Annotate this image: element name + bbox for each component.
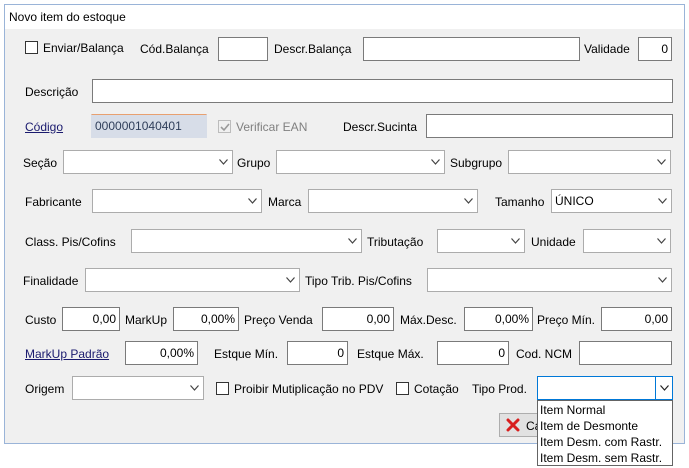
chevron-down-icon[interactable] bbox=[653, 151, 670, 173]
finalidade-label: Finalidade bbox=[23, 274, 79, 288]
unidade-label: Unidade bbox=[531, 235, 576, 249]
grupo-label: Grupo bbox=[237, 156, 271, 170]
subgrupo-label: Subgrupo bbox=[450, 156, 503, 170]
tipo-trib-pis-cofins-select[interactable] bbox=[427, 268, 672, 292]
tipo-prod-label: Tipo Prod. bbox=[472, 382, 527, 396]
max-desc-label: Máx.Desc. bbox=[400, 313, 457, 327]
verificar-ean-checkbox[interactable] bbox=[218, 120, 231, 133]
preco-min-label: Preço Mín. bbox=[537, 313, 596, 327]
cod-balanca-input[interactable] bbox=[218, 37, 268, 61]
preco-min-input[interactable]: 0,00 bbox=[601, 307, 672, 331]
tamanho-value: ÚNICO bbox=[555, 194, 594, 208]
custo-label: Custo bbox=[25, 313, 57, 327]
title-bar: Novo item do estoque bbox=[5, 5, 684, 29]
marca-label: Marca bbox=[268, 195, 302, 209]
codigo-link[interactable]: Código bbox=[25, 120, 63, 134]
enviar-balanca-label: Enviar/Balança bbox=[43, 41, 124, 55]
descr-balanca-label: Descr.Balança bbox=[274, 42, 352, 56]
chevron-down-icon[interactable] bbox=[215, 151, 232, 173]
markup-label: MarkUp bbox=[125, 313, 168, 327]
cod-ncm-label: Cod. NCM bbox=[516, 347, 573, 361]
grupo-select[interactable] bbox=[276, 150, 445, 174]
tipo-prod-option[interactable]: Item Normal bbox=[538, 402, 672, 418]
finalidade-select[interactable] bbox=[85, 268, 300, 292]
descr-sucinta-label: Descr.Sucinta bbox=[343, 120, 418, 134]
chevron-down-icon[interactable] bbox=[186, 377, 203, 399]
chevron-down-icon[interactable] bbox=[653, 230, 670, 252]
estque-min-label: Estque Mín. bbox=[214, 347, 279, 361]
origem-select[interactable] bbox=[72, 376, 204, 400]
validade-input[interactable]: 0 bbox=[638, 37, 672, 61]
secao-label: Seção bbox=[23, 156, 58, 170]
window-title: Novo item do estoque bbox=[9, 10, 126, 24]
proibir-multiplicacao-label: Proibir Mutiplicação no PDV bbox=[234, 382, 384, 396]
markup-input[interactable]: 0,00% bbox=[173, 307, 239, 331]
max-desc-input[interactable]: 0,00% bbox=[464, 307, 533, 331]
tamanho-label: Tamanho bbox=[495, 195, 545, 209]
preco-venda-label: Preço Venda bbox=[244, 313, 313, 327]
chevron-down-icon[interactable] bbox=[507, 230, 524, 252]
verificar-ean-label: Verificar EAN bbox=[236, 120, 308, 134]
tamanho-select[interactable]: ÚNICO bbox=[551, 189, 672, 213]
tributacao-select[interactable] bbox=[437, 229, 525, 253]
enviar-balanca-checkbox[interactable] bbox=[25, 41, 38, 54]
chevron-down-icon[interactable] bbox=[282, 269, 299, 291]
tipo-prod-dropdown-list: Item Normal Item de Desmonte Item Desm. … bbox=[537, 400, 673, 466]
custo-input[interactable]: 0,00 bbox=[62, 307, 120, 331]
chevron-down-icon[interactable] bbox=[460, 190, 477, 212]
codigo-input[interactable]: 0000001040401 bbox=[91, 114, 207, 138]
fabricante-label: Fabricante bbox=[25, 195, 82, 209]
estque-max-input[interactable]: 0 bbox=[437, 341, 509, 365]
tipo-prod-select[interactable] bbox=[537, 376, 673, 400]
chevron-down-icon[interactable] bbox=[344, 230, 361, 252]
class-pis-cofins-label: Class. Pis/Cofins bbox=[25, 235, 116, 249]
cotacao-label: Cotação bbox=[414, 382, 459, 396]
marca-select[interactable] bbox=[308, 189, 478, 213]
chevron-down-icon[interactable] bbox=[654, 190, 671, 212]
subgrupo-select[interactable] bbox=[508, 150, 671, 174]
estque-max-label: Estque Máx. bbox=[357, 347, 424, 361]
preco-venda-input[interactable]: 0,00 bbox=[322, 307, 394, 331]
tipo-trib-pis-cofins-label: Tipo Trib. Pis/Cofins bbox=[305, 274, 412, 288]
close-icon bbox=[506, 418, 520, 435]
secao-select[interactable] bbox=[63, 150, 233, 174]
class-pis-cofins-select[interactable] bbox=[131, 229, 362, 253]
cotacao-checkbox[interactable] bbox=[396, 382, 409, 395]
tipo-prod-option[interactable]: Item de Desmonte bbox=[538, 418, 672, 434]
cod-ncm-input[interactable] bbox=[579, 341, 672, 365]
cod-balanca-label: Cód.Balança bbox=[140, 42, 209, 56]
descr-sucinta-input[interactable] bbox=[426, 114, 673, 138]
tipo-prod-option[interactable]: Item Desm. com Rastr. bbox=[538, 434, 672, 450]
origem-label: Origem bbox=[25, 382, 65, 396]
estque-min-input[interactable]: 0 bbox=[287, 341, 348, 365]
chevron-down-icon[interactable] bbox=[655, 377, 672, 399]
fabricante-select[interactable] bbox=[92, 189, 262, 213]
tributacao-label: Tributação bbox=[367, 235, 424, 249]
validade-label: Validade bbox=[584, 42, 630, 56]
proibir-multiplicacao-checkbox[interactable] bbox=[216, 382, 229, 395]
descricao-label: Descrição bbox=[25, 85, 79, 99]
chevron-down-icon[interactable] bbox=[244, 190, 261, 212]
descr-balanca-input[interactable] bbox=[363, 37, 580, 61]
markup-padrao-input[interactable]: 0,00% bbox=[125, 341, 198, 365]
unidade-select[interactable] bbox=[583, 229, 671, 253]
tipo-prod-option[interactable]: Item Desm. sem Rastr. bbox=[538, 450, 672, 466]
markup-padrao-link[interactable]: MarkUp Padrão bbox=[25, 347, 109, 361]
chevron-down-icon[interactable] bbox=[654, 269, 671, 291]
chevron-down-icon[interactable] bbox=[427, 151, 444, 173]
descricao-input[interactable] bbox=[92, 79, 673, 103]
check-icon bbox=[220, 123, 230, 132]
